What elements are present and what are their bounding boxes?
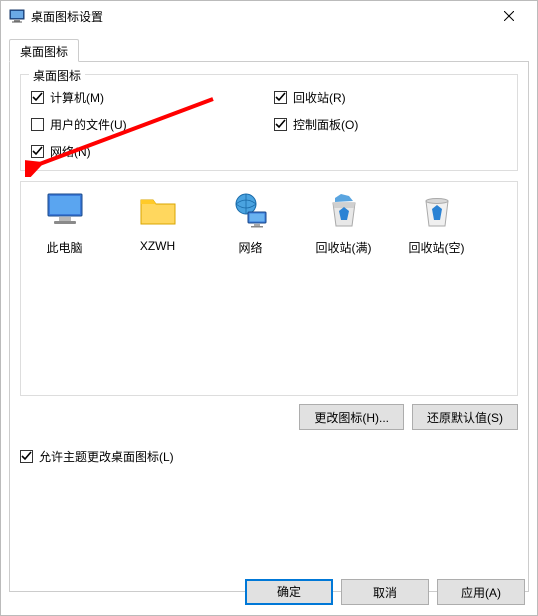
- group-title: 桌面图标: [29, 67, 85, 84]
- dialog-button-row: 确定 取消 应用(A): [245, 579, 525, 605]
- folder-icon: [137, 190, 179, 232]
- checkbox-label: 允许主题更改桌面图标(L): [39, 448, 174, 465]
- cancel-button[interactable]: 取消: [341, 579, 429, 605]
- tab-strip: 桌面图标: [9, 39, 529, 62]
- desktop-settings-icon: [9, 8, 25, 24]
- icon-item-recycle-empty[interactable]: 回收站(空): [399, 190, 474, 256]
- tab-desktop-icons[interactable]: 桌面图标: [9, 39, 79, 62]
- icon-panel: 此电脑 XZWH 网络: [20, 181, 518, 396]
- checkbox-allow-theme[interactable]: 允许主题更改桌面图标(L): [20, 448, 518, 465]
- checkbox-network[interactable]: 网络(N): [31, 143, 264, 160]
- checkbox-box-icon: [31, 91, 44, 104]
- checkbox-label: 控制面板(O): [293, 116, 358, 133]
- icon-item-thispc[interactable]: 此电脑: [27, 190, 102, 256]
- checkbox-label: 网络(N): [50, 143, 91, 160]
- icon-label: 回收站(满): [306, 239, 381, 256]
- icon-button-row: 更改图标(H)... 还原默认值(S): [20, 404, 518, 430]
- monitor-icon: [44, 190, 86, 232]
- icon-label: XZWH: [120, 239, 195, 253]
- change-icon-button[interactable]: 更改图标(H)...: [299, 404, 404, 430]
- icon-item-network[interactable]: 网络: [213, 190, 288, 256]
- icon-label: 此电脑: [27, 239, 102, 256]
- checkbox-userfiles[interactable]: 用户的文件(U): [31, 116, 264, 133]
- icon-label: 网络: [213, 239, 288, 256]
- ok-button[interactable]: 确定: [245, 579, 333, 605]
- checkbox-box-icon: [31, 145, 44, 158]
- tab-content: 桌面图标 计算机(M) 回收站(R) 用户的文件(U): [9, 62, 529, 592]
- checkbox-box-icon: [274, 118, 287, 131]
- checkbox-box-icon: [274, 91, 287, 104]
- icon-item-recycle-full[interactable]: 回收站(满): [306, 190, 381, 256]
- titlebar: 桌面图标设置: [1, 1, 537, 31]
- window-title: 桌面图标设置: [31, 8, 103, 25]
- network-globe-icon: [230, 190, 272, 232]
- close-button[interactable]: [489, 1, 529, 31]
- checkbox-computer[interactable]: 计算机(M): [31, 89, 264, 106]
- checkbox-label: 用户的文件(U): [50, 116, 127, 133]
- checkbox-recycle[interactable]: 回收站(R): [274, 89, 507, 106]
- icon-row: 此电脑 XZWH 网络: [27, 190, 511, 256]
- recycle-bin-empty-icon: [416, 190, 458, 232]
- icon-item-xzwh[interactable]: XZWH: [120, 190, 195, 256]
- recycle-bin-full-icon: [323, 190, 365, 232]
- checkbox-controlpanel[interactable]: 控制面板(O): [274, 116, 507, 133]
- desktop-icons-group: 桌面图标 计算机(M) 回收站(R) 用户的文件(U): [20, 74, 518, 171]
- checkbox-box-icon: [31, 118, 44, 131]
- icon-label: 回收站(空): [399, 239, 474, 256]
- restore-default-button[interactable]: 还原默认值(S): [412, 404, 518, 430]
- checkbox-box-icon: [20, 450, 33, 463]
- checkbox-label: 回收站(R): [293, 89, 346, 106]
- checkbox-grid: 计算机(M) 回收站(R) 用户的文件(U) 控制面板(O): [31, 89, 507, 160]
- apply-button[interactable]: 应用(A): [437, 579, 525, 605]
- tab-label: 桌面图标: [20, 45, 68, 59]
- checkbox-label: 计算机(M): [50, 89, 104, 106]
